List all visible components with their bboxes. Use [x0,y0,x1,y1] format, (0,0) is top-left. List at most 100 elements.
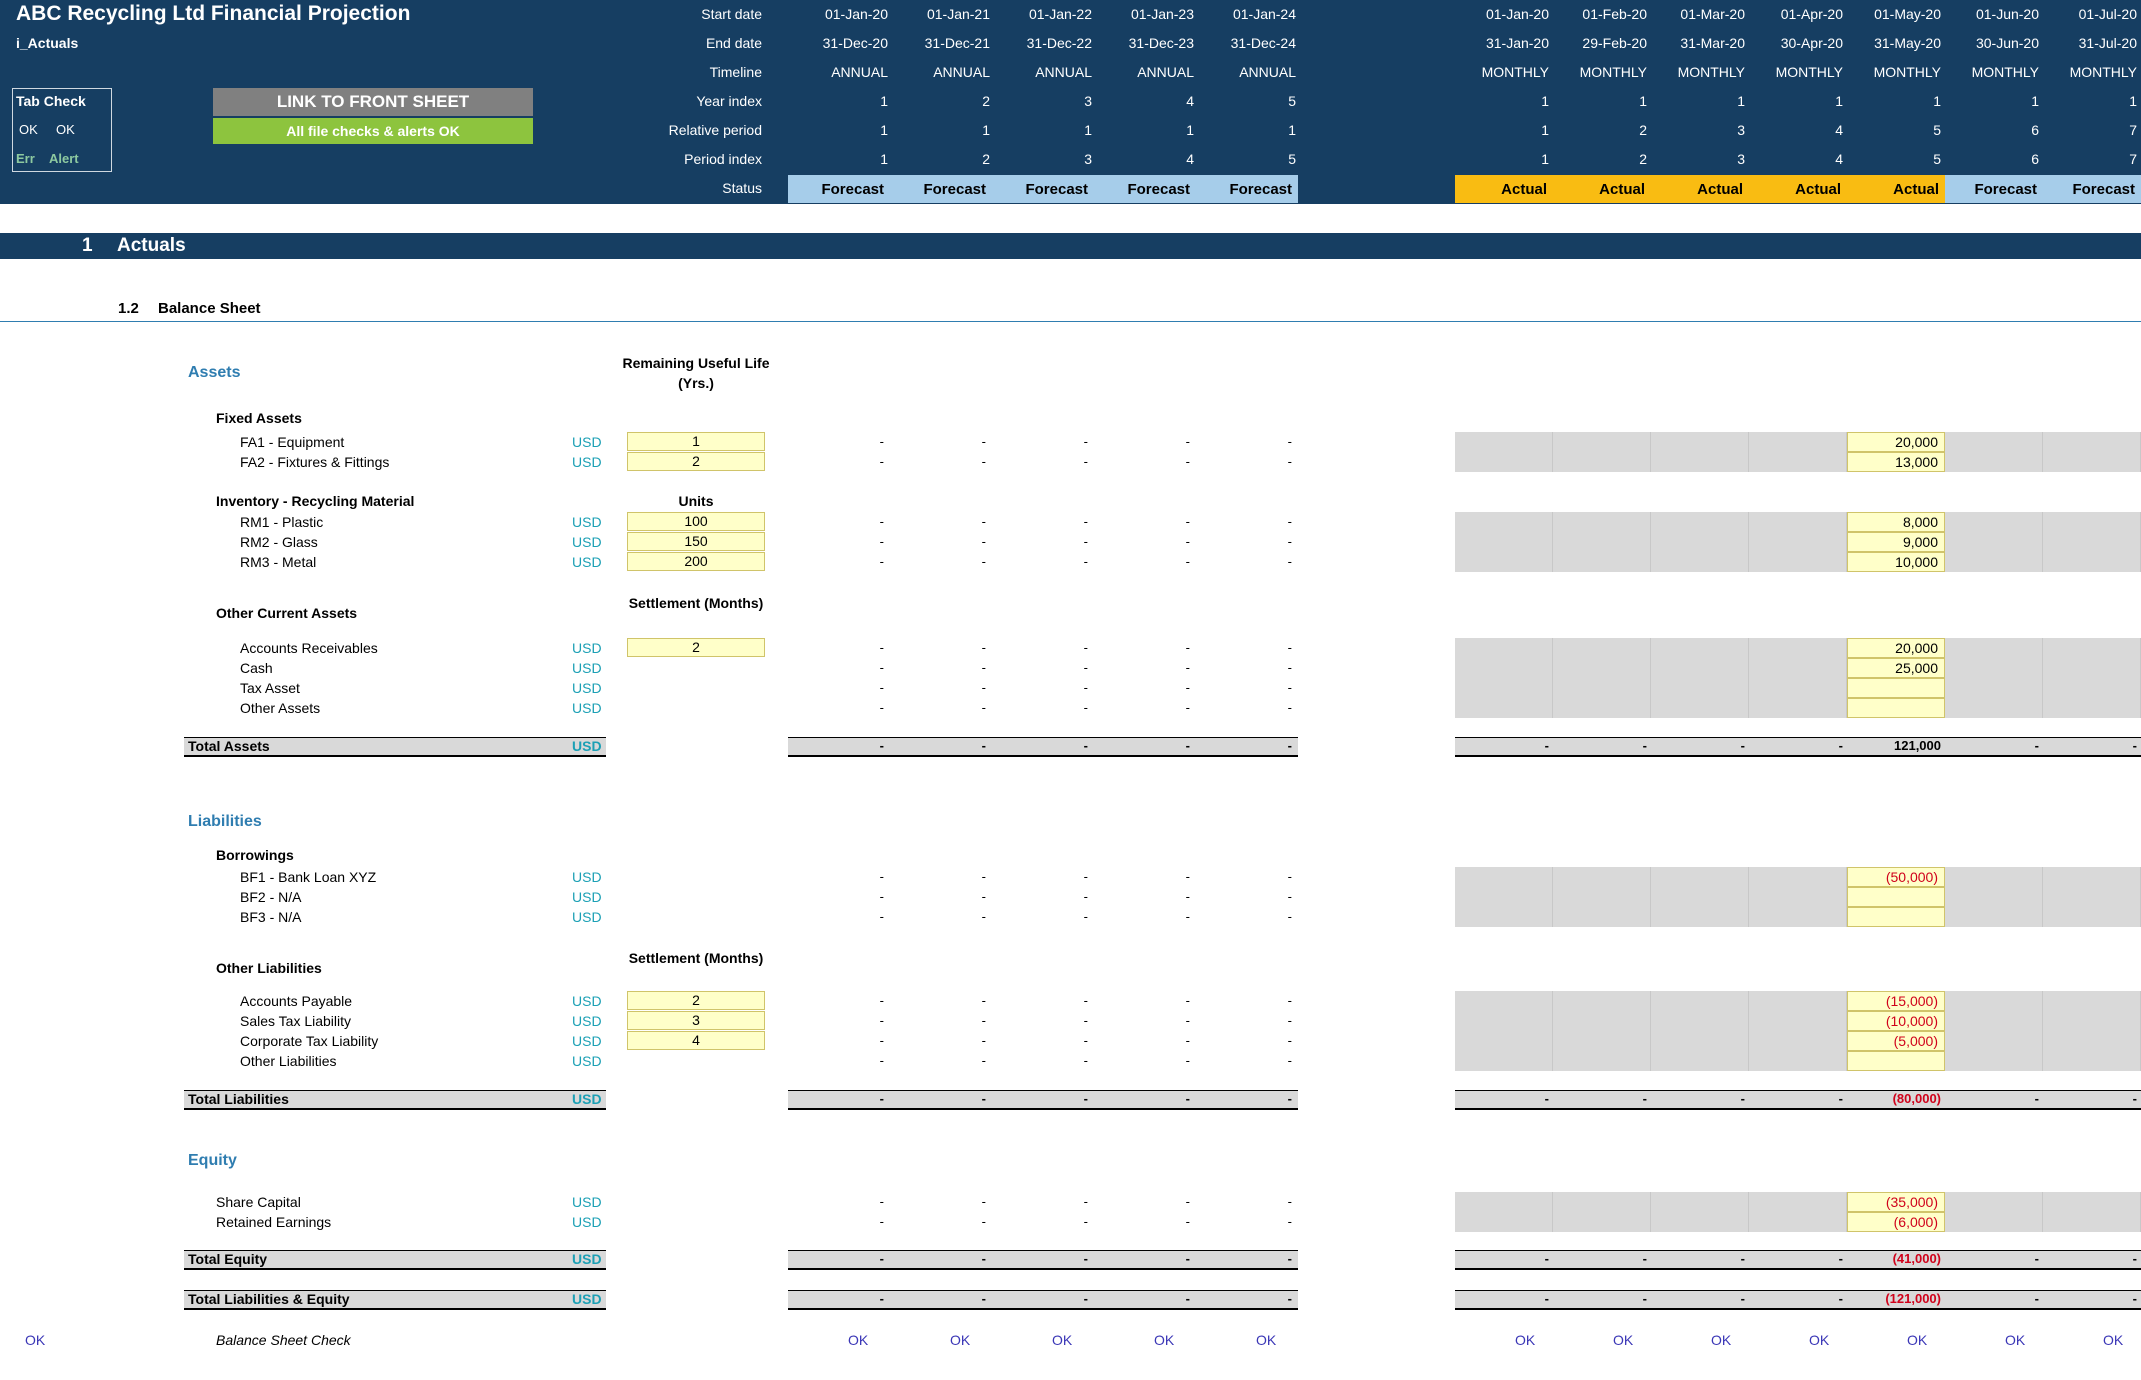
row-may-input[interactable]: (5,000) [1847,1031,1945,1051]
tab-check-err: Err [16,151,35,166]
total-annual-value: - [1083,738,1088,753]
monthly-start: 01-Mar-20 [1680,6,1745,22]
row-annual-value: - [981,514,986,529]
row-monthly-cell [1553,1192,1651,1212]
annual-rel: 1 [1186,122,1194,138]
row-annual-value: - [981,554,986,569]
total-annual-value: - [1287,738,1292,753]
row-currency: USD [572,700,602,716]
row-annual-value: - [879,993,884,1008]
row-monthly-cell [1553,512,1651,532]
row-annual-value: - [981,889,986,904]
row-annual-value: - [879,909,884,924]
row-monthly-cell [1651,887,1749,907]
row-annual-value: - [1185,1013,1190,1028]
row-may-input[interactable]: 25,000 [1847,658,1945,678]
row-annual-value: - [981,640,986,655]
annual-timeline: ANNUAL [1137,64,1194,80]
total-monthly-value: (121,000) [1885,1291,1941,1306]
row-monthly-cell [2043,991,2141,1011]
monthly-timeline: MONTHLY [1579,64,1647,80]
row-may-input[interactable]: 10,000 [1847,552,1945,572]
row-may-input[interactable]: (10,000) [1847,1011,1945,1031]
row-annual-value: - [879,1194,884,1209]
row-input-cell[interactable]: 200 [627,552,765,571]
row-may-input[interactable] [1847,907,1945,927]
monthly-timeline: MONTHLY [1677,64,1745,80]
row-currency: USD [572,1053,602,1069]
tab-check-ok-1: OK [19,122,38,137]
monthly-year: 1 [2031,93,2039,109]
row-may-input[interactable]: (50,000) [1847,867,1945,887]
monthly-start: 01-Feb-20 [1582,6,1647,22]
total-annual-value: - [1083,1091,1088,1106]
row-monthly-cell [1945,867,2043,887]
annual-start: 01-Jan-23 [1130,6,1194,22]
row-annual-value: - [1083,1053,1088,1068]
row-may-input[interactable]: 20,000 [1847,638,1945,658]
row-monthly-cell [1945,552,2043,572]
row-may-input[interactable] [1847,887,1945,907]
row-annual-value: - [1083,1013,1088,1028]
row-monthly-cell [1455,1031,1553,1051]
total-monthly-value: (41,000) [1892,1251,1941,1266]
row-monthly-cell [1553,907,1651,927]
row-may-input[interactable]: 13,000 [1847,452,1945,472]
balance-check-ok: OK [1154,1332,1175,1348]
row-input-cell[interactable]: 4 [627,1031,765,1050]
row-may-input[interactable]: (6,000) [1847,1212,1945,1232]
row-monthly-cell [1945,991,2043,1011]
row-annual-value: - [1185,909,1190,924]
row-annual-value: - [1083,514,1088,529]
annual-start: 01-Jan-20 [824,6,888,22]
row-monthly-cell [2043,658,2141,678]
annual-year: 2 [982,93,990,109]
row-monthly-cell [2043,1031,2141,1051]
monthly-timeline: MONTHLY [1775,64,1843,80]
row-monthly-cell [1455,552,1553,572]
section-bar [0,233,2141,259]
row-may-input[interactable] [1847,698,1945,718]
colhead-remaining-useful-life: Remaining Useful Life (Yrs.) [622,355,770,391]
row-monthly-cell [1945,1192,2043,1212]
row-monthly-cell [1945,1212,2043,1232]
row-annual-value: - [1185,660,1190,675]
row-annual-value: - [1287,534,1292,549]
row-annual-value: - [1083,434,1088,449]
row-monthly-cell [1945,1051,2043,1071]
row-monthly-cell [1651,1031,1749,1051]
row-label: Accounts Payable [240,993,353,1009]
row-input-cell[interactable]: 2 [627,991,765,1010]
row-annual-value: - [879,680,884,695]
row-input-cell[interactable]: 100 [627,512,765,531]
row-input-cell[interactable]: 3 [627,1011,765,1030]
row-annual-value: - [981,454,986,469]
row-monthly-cell [1945,512,2043,532]
row-monthly-cell [1749,887,1847,907]
row-input-cell[interactable]: 150 [627,532,765,551]
total-annual-value: - [1083,1291,1088,1306]
row-currency: USD [572,554,602,570]
row-may-input[interactable]: 20,000 [1847,432,1945,452]
row-monthly-cell [2043,452,2141,472]
link-to-front-sheet-button[interactable]: LINK TO FRONT SHEET [213,88,533,116]
row-may-input[interactable]: 9,000 [1847,532,1945,552]
row-may-input[interactable]: (15,000) [1847,991,1945,1011]
row-may-input[interactable] [1847,678,1945,698]
total-monthly-value: - [1642,1251,1647,1266]
row-annual-value: - [1287,640,1292,655]
row-annual-value: - [1287,680,1292,695]
row-input-cell[interactable]: 2 [627,452,765,471]
monthly-period: 1 [1541,151,1549,167]
row-annual-value: - [1185,869,1190,884]
row-annual-value: - [879,454,884,469]
row-input-cell[interactable]: 2 [627,638,765,657]
row-monthly-cell [1553,991,1651,1011]
row-monthly-cell [2043,552,2141,572]
monthly-year: 1 [1639,93,1647,109]
row-annual-value: - [879,660,884,675]
row-input-cell[interactable]: 1 [627,432,765,451]
row-may-input[interactable]: (35,000) [1847,1192,1945,1212]
row-may-input[interactable] [1847,1051,1945,1071]
row-may-input[interactable]: 8,000 [1847,512,1945,532]
